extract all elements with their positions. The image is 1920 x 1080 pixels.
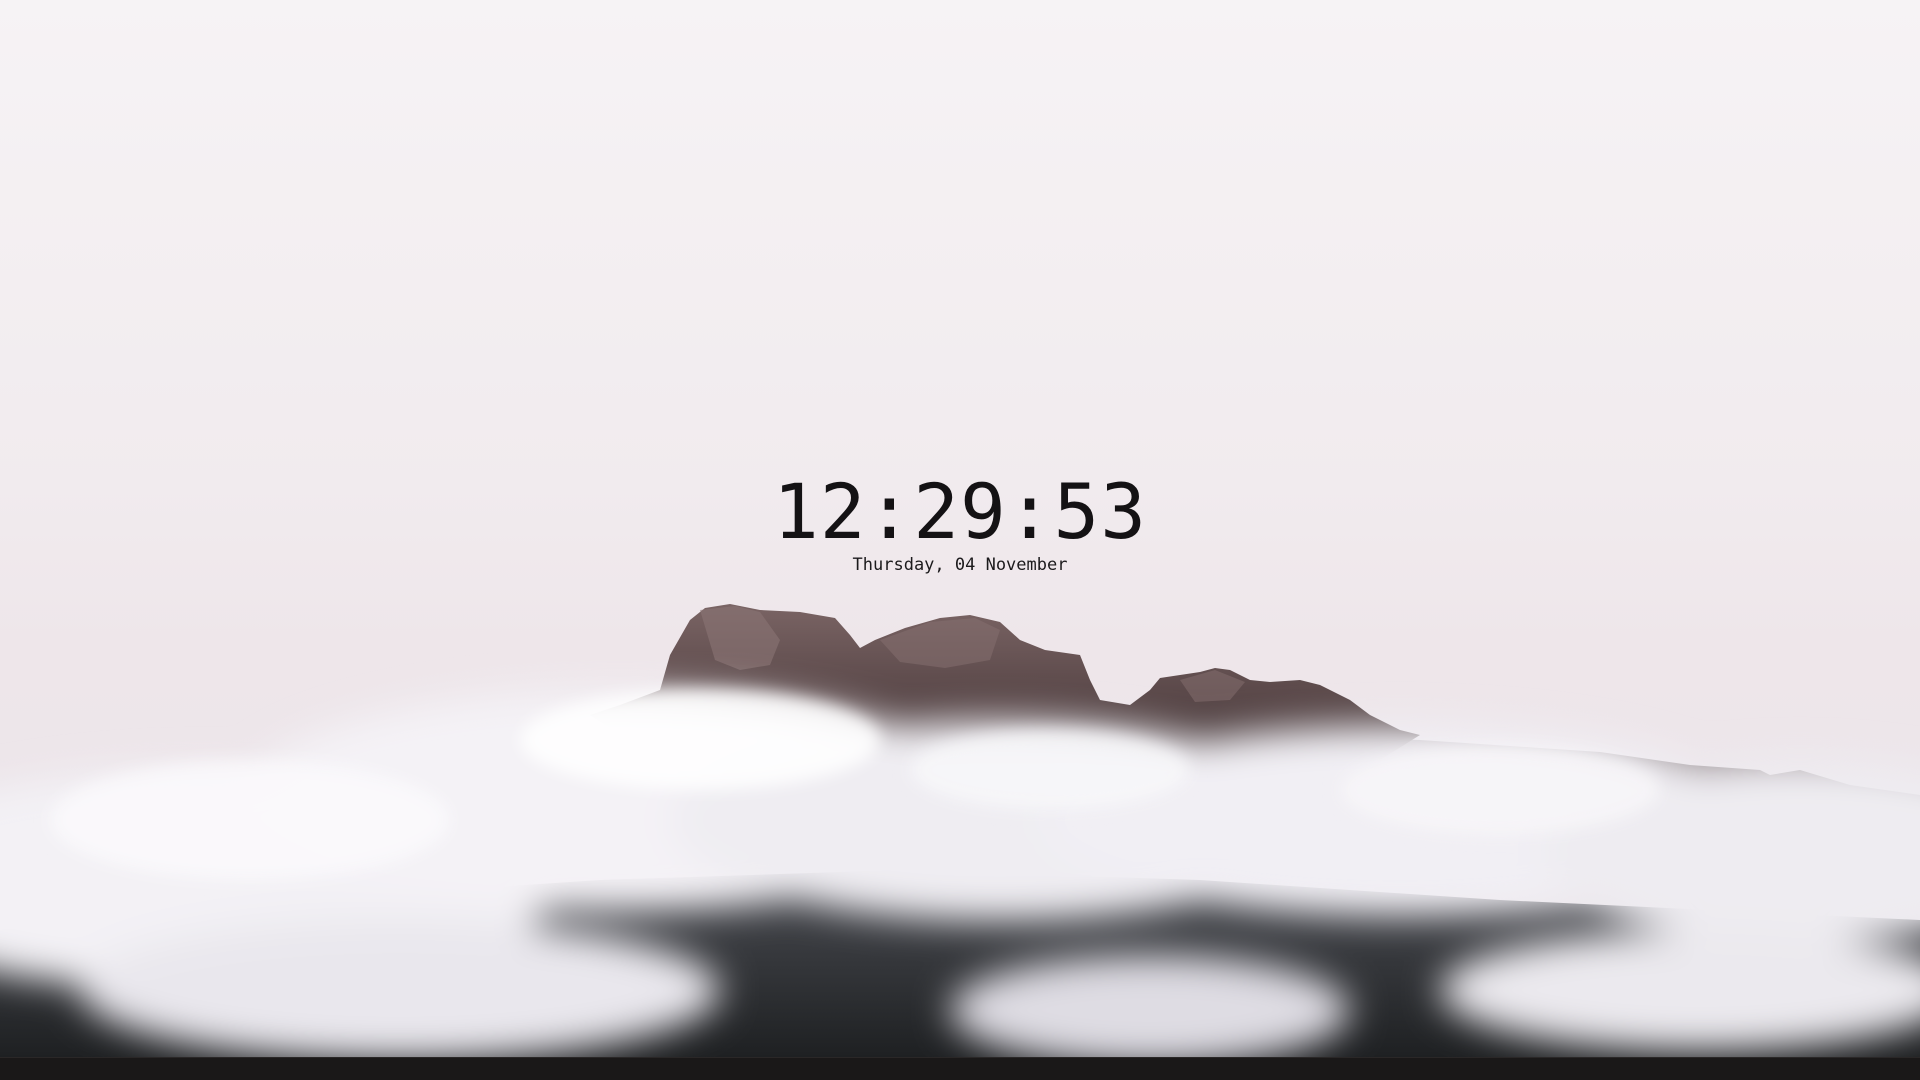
cloud [1340, 745, 1660, 835]
desktop: 12:29:53 Thursday, 04 November [0, 0, 1920, 1080]
clock-time: 12:29:53 [772, 467, 1148, 556]
cloud [50, 760, 450, 880]
cloud [80, 920, 720, 1058]
clock-date: Thursday, 04 November [852, 555, 1068, 575]
clock-widget: 12:29:53 Thursday, 04 November [0, 472, 1920, 576]
taskbar[interactable] [0, 1057, 1920, 1080]
cloud [520, 690, 880, 790]
cloud [910, 730, 1190, 810]
